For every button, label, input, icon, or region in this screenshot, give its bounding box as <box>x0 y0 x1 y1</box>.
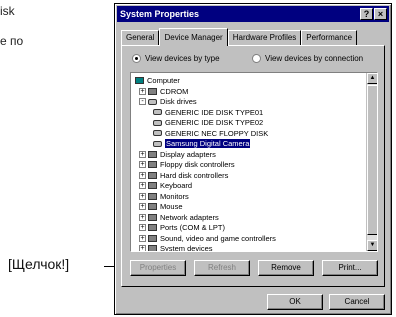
expand-icon[interactable]: + <box>139 150 146 158</box>
floppy-controller-icon <box>148 161 157 168</box>
tree-item-label: Display adapters <box>160 149 216 159</box>
ok-button[interactable]: OK <box>267 294 323 310</box>
tree-item-label: Disk drives <box>160 97 197 106</box>
system-icon <box>148 245 157 251</box>
tree-item[interactable]: GENERIC IDE DISK TYPE01 <box>153 108 263 117</box>
expand-icon[interactable]: + <box>139 203 146 210</box>
tree-item[interactable]: + Network adapters <box>139 213 219 222</box>
remove-button[interactable]: Remove <box>258 260 314 276</box>
side-text-2: e по <box>0 34 24 48</box>
scroll-up-icon[interactable]: ▲ <box>367 73 377 84</box>
tree-item[interactable]: + Keyboard <box>139 181 192 190</box>
computer-icon <box>135 77 144 84</box>
tab-strip: General Device Manager Hardware Profiles… <box>121 28 358 46</box>
tree-item-label: GENERIC IDE DISK TYPE01 <box>165 107 264 117</box>
tree-item-label: System devices <box>160 244 213 252</box>
tree-item-label: Floppy disk controllers <box>160 160 235 169</box>
view-by-connection-option[interactable]: View devices by connection <box>252 54 363 63</box>
click-callout-label: [Щелчок!] <box>8 256 70 272</box>
tree-item[interactable]: + Ports (COM & LPT) <box>139 223 225 232</box>
expand-icon[interactable]: + <box>139 224 146 231</box>
tab-device-manager[interactable]: Device Manager <box>159 28 228 46</box>
tab-performance[interactable]: Performance <box>301 30 358 46</box>
tree-item[interactable]: Samsung Digital Camera <box>153 139 251 148</box>
tree-item[interactable]: + Hard disk controllers <box>139 171 228 180</box>
expand-icon[interactable]: + <box>139 171 146 179</box>
tree-item[interactable]: - Disk drives <box>139 97 197 106</box>
tree-item-label: Computer <box>147 76 180 85</box>
tree-item[interactable]: Computer <box>135 76 180 85</box>
sound-icon <box>148 234 157 242</box>
tree-item-label: CDROM <box>160 86 189 96</box>
tree-item-label: Samsung Digital Camera <box>165 139 251 148</box>
properties-button[interactable]: Properties <box>130 260 186 276</box>
system-properties-window: System Properties ? × General Device Man… <box>114 3 392 315</box>
scroll-down-icon[interactable]: ▼ <box>367 240 377 251</box>
monitor-icon <box>148 192 157 200</box>
cancel-button[interactable]: Cancel <box>329 294 385 310</box>
tree-item-label: Ports (COM & LPT) <box>160 223 226 232</box>
tree-item-label: Monitors <box>160 191 189 201</box>
scroll-thumb[interactable] <box>367 85 377 235</box>
disk-drive-icon <box>153 130 162 136</box>
radio-by-type[interactable] <box>132 54 141 63</box>
device-manager-panel: View devices by type View devices by con… <box>121 45 385 287</box>
tree-item[interactable]: GENERIC IDE DISK TYPE02 <box>153 118 263 127</box>
view-by-type-option[interactable]: View devices by type <box>132 54 220 63</box>
tree-item-label: GENERIC NEC FLOPPY DISK <box>165 128 269 138</box>
expand-icon[interactable]: + <box>139 245 146 251</box>
ports-icon <box>148 224 157 231</box>
tree-item[interactable]: + Sound, video and game controllers <box>139 234 276 243</box>
tab-general[interactable]: General <box>121 30 160 46</box>
expand-icon[interactable]: + <box>139 182 146 189</box>
tree-item-label: GENERIC IDE DISK TYPE02 <box>165 118 264 127</box>
disk-drive-icon <box>153 119 162 126</box>
help-button[interactable]: ? <box>360 8 373 20</box>
tree-scrollbar[interactable]: ▲ ▼ <box>366 73 377 251</box>
expand-icon[interactable]: + <box>139 87 146 95</box>
window-title: System Properties <box>120 9 200 19</box>
view-by-type-label: View devices by type <box>145 54 220 63</box>
tree-item-label: Sound, video and game controllers <box>160 233 276 243</box>
tree-item[interactable]: + System devices <box>139 244 213 252</box>
tree-item[interactable]: + Display adapters <box>139 150 216 159</box>
tree-item-label: Mouse <box>160 202 183 211</box>
collapse-icon[interactable]: - <box>139 98 146 105</box>
window-titlebar: System Properties ? × <box>117 6 389 22</box>
tree-item[interactable]: + Floppy disk controllers <box>139 160 235 169</box>
disk-drive-icon <box>153 140 162 147</box>
refresh-button[interactable]: Refresh <box>194 260 250 276</box>
keyboard-icon <box>148 182 157 189</box>
side-text-1: isk <box>0 4 15 18</box>
display-icon <box>148 150 157 158</box>
expand-icon[interactable]: + <box>139 213 146 221</box>
device-tree-list: Computer + CDROM - Disk drives GENERIC IDE DI… <box>131 73 367 251</box>
hdd-controller-icon <box>148 171 157 179</box>
view-by-connection-label: View devices by connection <box>265 54 364 63</box>
cdrom-icon <box>148 87 157 95</box>
tree-item[interactable]: + Mouse <box>139 202 183 211</box>
print-button[interactable]: Print... <box>322 260 378 276</box>
device-tree[interactable]: Computer + CDROM - Disk drives GENERIC IDE DI… <box>130 72 378 252</box>
tree-item[interactable]: GENERIC NEC FLOPPY DISK <box>153 129 268 138</box>
disk-drive-icon <box>153 109 162 115</box>
network-icon <box>148 213 157 221</box>
expand-icon[interactable]: + <box>139 234 146 242</box>
disk-drive-icon <box>148 98 157 105</box>
expand-icon[interactable]: + <box>139 192 146 200</box>
tree-item[interactable]: + CDROM <box>139 87 188 96</box>
tree-item-label: Keyboard <box>160 181 193 190</box>
tab-hardware-profiles[interactable]: Hardware Profiles <box>227 30 302 46</box>
expand-icon[interactable]: + <box>139 161 146 168</box>
mouse-icon <box>148 203 157 210</box>
radio-by-connection[interactable] <box>252 54 261 63</box>
tree-item[interactable]: + Monitors <box>139 192 189 201</box>
tree-item-label: Hard disk controllers <box>160 170 229 180</box>
close-button[interactable]: × <box>374 8 387 20</box>
tree-item-label: Network adapters <box>160 212 219 222</box>
